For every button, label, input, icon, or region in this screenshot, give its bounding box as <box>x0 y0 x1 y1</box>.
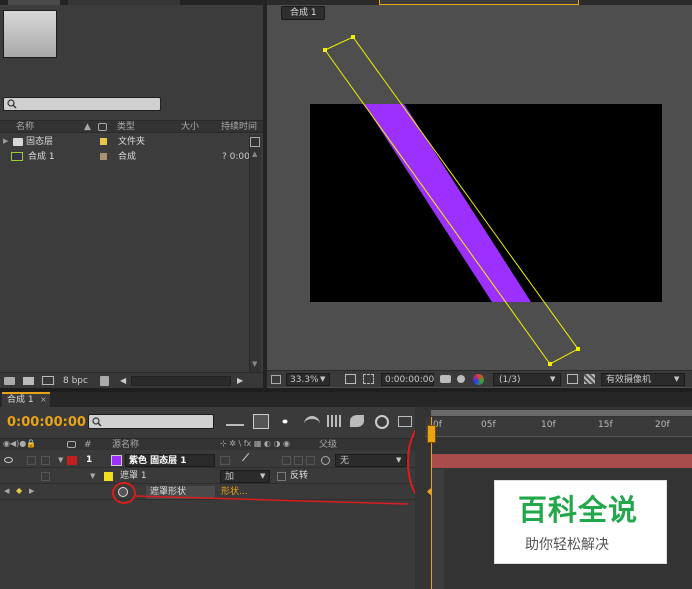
folder-icon <box>13 138 23 146</box>
flowchart-icon[interactable] <box>250 137 260 147</box>
project-item-duration: ? 0:00 <box>222 152 250 162</box>
zoom-dropdown[interactable]: 33.3% ▼ <box>286 373 330 386</box>
camera-value: 有效摄像机 <box>606 375 652 385</box>
scroll-left-arrow-icon[interactable]: ◀ <box>120 377 126 385</box>
watermark-title: 百科全说 <box>518 493 639 527</box>
composition-icon <box>11 152 23 161</box>
sort-arrow-icon[interactable]: ▲ <box>84 123 91 132</box>
interpret-footage-icon[interactable] <box>4 377 15 385</box>
annotation-connector-line <box>134 495 409 505</box>
label-tag-icon[interactable] <box>98 123 107 131</box>
show-snapshot-icon[interactable] <box>457 375 465 383</box>
chevron-down-icon: ▼ <box>674 375 680 383</box>
work-area-bar[interactable] <box>431 410 692 416</box>
timeline-panel: 合成 1 × 0:00:00:00 ◉◀)●🔒 # 源名称 ⊹ ✲ \ fx ▦… <box>0 392 692 589</box>
scroll-down-arrow-icon[interactable]: ▼ <box>252 361 257 368</box>
project-tab-active[interactable] <box>8 0 60 5</box>
project-item-name: 合成 1 <box>28 152 55 162</box>
viewer-toolbar: 33.3% ▼ 0:00:00:00 (1/3) ▼ 有效摄像机 ▼ <box>267 370 692 387</box>
region-of-interest-icon[interactable] <box>567 374 578 384</box>
time-graph-shadow-column <box>432 469 444 589</box>
layer-duration-bar[interactable] <box>431 454 692 468</box>
expand-triangle-icon[interactable]: ▶ <box>3 138 8 145</box>
stopwatch-annotation-circle <box>112 482 136 504</box>
trash-icon[interactable] <box>100 376 109 386</box>
title-safe-icon[interactable] <box>345 374 356 384</box>
project-column-header: 名称 ▲ 类型 大小 持续时间 <box>0 120 263 133</box>
time-ruler[interactable]: 0f 05f 10f 15f 20f <box>425 417 692 437</box>
composition-viewer-panel: 合成 1 33.3% ▼ 0:00:00:00 (1/3) ▼ 有效摄像机 ▼ <box>267 0 692 390</box>
project-item-row[interactable]: ▶ 固态层 文件夹 <box>0 135 248 149</box>
resolution-value: (1/3) <box>499 375 521 385</box>
col-size-label[interactable]: 大小 <box>181 123 199 132</box>
bit-depth-label[interactable]: 8 bpc <box>63 377 88 386</box>
thumbnail-preview <box>3 10 57 58</box>
chevron-down-icon: ▼ <box>550 375 556 383</box>
new-composition-icon[interactable] <box>42 376 54 385</box>
zoom-value: 33.3% <box>290 375 319 385</box>
mask-vertex-handle[interactable] <box>576 347 580 351</box>
watermark-subtitle: 助你轻松解决 <box>525 537 609 553</box>
new-folder-icon[interactable] <box>23 377 34 385</box>
project-item-name: 固态层 <box>26 137 54 147</box>
project-bottom-bar: 8 bpc ◀ ▶ <box>0 372 263 388</box>
ruler-tick-label: 10f <box>541 420 556 430</box>
watermark-box: 百科全说 助你轻松解决 <box>494 480 667 564</box>
snapshot-camera-icon[interactable] <box>440 375 451 383</box>
scroll-right-arrow-icon[interactable]: ▶ <box>237 377 243 385</box>
col-name-label[interactable]: 名称 <box>16 123 34 132</box>
current-time-indicator-head[interactable] <box>427 425 436 443</box>
resolution-dropdown[interactable]: (1/3) ▼ <box>493 373 561 386</box>
mask-vertex-handle[interactable] <box>548 362 552 366</box>
project-item-type: 文件夹 <box>118 137 146 147</box>
ruler-tick-label: 05f <box>481 420 496 430</box>
transparency-grid-icon[interactable] <box>584 374 595 384</box>
search-icon <box>7 99 17 109</box>
chevron-down-icon: ▼ <box>320 375 326 383</box>
horizontal-scrollbar-thumb[interactable] <box>131 376 231 386</box>
viewer-timecode[interactable]: 0:00:00:00 <box>381 373 434 386</box>
mask-vertex-handle[interactable] <box>351 35 355 39</box>
ruler-tick-label: 15f <box>598 420 613 430</box>
channel-rgb-icon[interactable] <box>473 374 484 385</box>
project-tab[interactable] <box>68 0 180 5</box>
project-panel: 名称 ▲ 类型 大小 持续时间 ▶ 固态层 文件夹 合成 1 合成 ? 0:00… <box>0 0 263 390</box>
col-type-label[interactable]: 类型 <box>117 123 135 132</box>
ruler-tick-label: 20f <box>655 420 670 430</box>
always-preview-icon[interactable] <box>271 375 281 384</box>
mask-vertex-handle[interactable] <box>323 48 327 52</box>
project-item-row[interactable]: 合成 1 合成 ? 0:00 <box>0 150 250 164</box>
viewer-timecode-value: 0:00:00:00 <box>385 375 435 385</box>
project-search-input[interactable] <box>3 97 161 111</box>
mask-visibility-icon[interactable] <box>363 374 374 384</box>
project-item-type: 合成 <box>118 152 137 162</box>
item-label-swatch[interactable] <box>100 138 107 145</box>
item-label-swatch[interactable] <box>100 153 107 160</box>
scroll-up-arrow-icon[interactable]: ▲ <box>252 151 257 158</box>
camera-dropdown[interactable]: 有效摄像机 ▼ <box>601 373 685 386</box>
project-vertical-scrollbar[interactable]: ▲ ▼ <box>249 135 261 372</box>
composition-canvas[interactable] <box>267 0 692 370</box>
col-duration-label[interactable]: 持续时间 <box>221 123 257 132</box>
